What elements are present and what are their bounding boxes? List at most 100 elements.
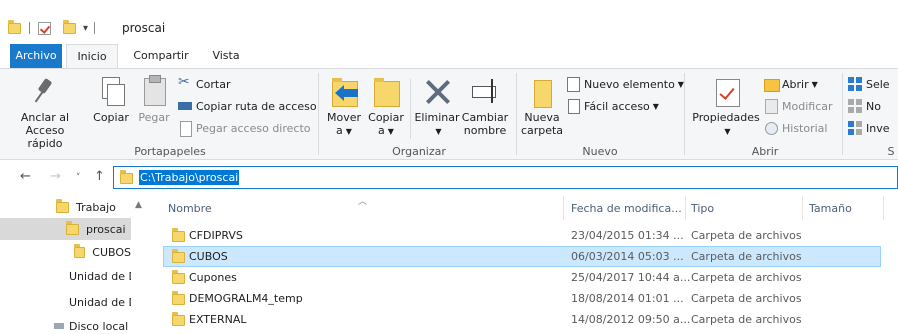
- copy-to-button[interactable]: Copiar a ▼: [366, 73, 406, 138]
- row-type: Carpeta de archivos: [691, 250, 802, 263]
- paste-label: Pegar: [138, 111, 170, 124]
- select-all-button[interactable]: Sele: [848, 75, 890, 93]
- forward-arrow-icon[interactable]: →: [50, 169, 61, 184]
- new-item-button[interactable]: Nuevo elemento ▼: [566, 75, 684, 93]
- select-all-label: Sele: [866, 77, 890, 91]
- delete-button[interactable]: Eliminar ▼: [414, 73, 460, 138]
- edit-label: Modificar: [782, 99, 833, 113]
- column-header-name[interactable]: Nombre: [168, 202, 212, 215]
- column-separator[interactable]: [802, 196, 803, 220]
- move-label-line2: a: [336, 124, 343, 137]
- copy-path-label: Copiar ruta de acceso: [196, 99, 317, 113]
- paste-button[interactable]: Pegar: [136, 73, 172, 124]
- tree-item-drive-d[interactable]: Unidad de D: [0, 265, 131, 287]
- select-all-icon: [848, 77, 862, 91]
- select-none-icon: [848, 99, 862, 113]
- address-path[interactable]: C:\Trabajo\proscai: [139, 170, 240, 185]
- folder-icon: [8, 19, 21, 34]
- group-separator: [684, 73, 685, 155]
- delete-x-icon: [422, 75, 452, 107]
- up-arrow-icon[interactable]: ↑: [94, 169, 105, 184]
- open-button[interactable]: Abrir ▼: [764, 75, 818, 93]
- open-icon: [764, 77, 780, 92]
- group-separator: [842, 73, 843, 155]
- paste-shortcut-label: Pegar acceso directo: [196, 121, 311, 135]
- invert-selection-icon: [848, 121, 862, 135]
- paste-shortcut-button[interactable]: Pegar acceso directo: [178, 119, 311, 137]
- easy-access-button[interactable]: Fácil acceso ▼: [566, 97, 659, 115]
- properties-icon: [711, 75, 741, 107]
- table-row[interactable]: EXTERNAL 14/08/2012 09:50 a... Carpeta d…: [163, 309, 881, 330]
- group-label-seleccionar: S: [887, 145, 895, 158]
- tree-item-local-disk[interactable]: Disco local: [0, 315, 131, 334]
- move-label-line1: Mover: [326, 111, 362, 124]
- tree-item-trabajo[interactable]: Trabajo: [0, 196, 131, 218]
- new-folder-label-line2: carpeta: [520, 124, 564, 137]
- new-folder-button[interactable]: Nueva carpeta: [520, 73, 564, 137]
- history-button[interactable]: Historial: [764, 119, 827, 137]
- move-to-button[interactable]: Mover a ▼: [324, 73, 364, 138]
- move-to-icon: [329, 75, 359, 107]
- button-separator: [410, 79, 411, 139]
- rename-button[interactable]: Cambiar nombre: [460, 73, 510, 137]
- recent-locations-chevron-icon[interactable]: ˅: [76, 173, 81, 183]
- column-header-type[interactable]: Tipo: [691, 202, 714, 215]
- ribbon: Anclar al Acceso rápido Copiar Pegar Cor…: [0, 68, 898, 160]
- column-separator[interactable]: [883, 196, 884, 220]
- separator: [29, 22, 30, 34]
- table-row[interactable]: Cupones 25/04/2017 10:44 a... Carpeta de…: [163, 267, 881, 288]
- new-folder-icon[interactable]: [63, 19, 76, 34]
- scissors-icon: [178, 74, 192, 91]
- new-folder-label-line1: Nueva: [524, 111, 560, 124]
- column-header-date[interactable]: Fecha de modifica...: [571, 202, 682, 215]
- rename-icon: [470, 75, 500, 107]
- column-header-size[interactable]: Tamaño: [809, 202, 852, 215]
- properties-check-icon[interactable]: [38, 21, 51, 35]
- tree-item-drive-d2[interactable]: Unidad de D: [0, 291, 131, 313]
- chevron-down-icon: ▼: [345, 127, 352, 136]
- address-bar[interactable]: C:\Trabajo\proscai: [113, 166, 898, 189]
- group-label-abrir: Abrir: [751, 145, 779, 158]
- table-row[interactable]: CFDIPRVS 23/04/2015 01:34 ... Carpeta de…: [163, 225, 881, 246]
- select-none-button[interactable]: No: [848, 97, 881, 115]
- rename-label-line1: Cambiar: [461, 111, 509, 124]
- row-name: Cupones: [189, 271, 237, 284]
- edit-button[interactable]: Modificar: [764, 97, 833, 115]
- paste-shortcut-icon: [178, 121, 192, 137]
- ribbon-tabs: Archivo Inicio Compartir Vista: [0, 44, 898, 69]
- column-separator[interactable]: [563, 196, 564, 220]
- tab-compartir[interactable]: Compartir: [128, 44, 194, 69]
- row-type: Carpeta de archivos: [691, 229, 802, 242]
- folder-icon: [172, 291, 185, 305]
- tab-vista[interactable]: Vista: [204, 44, 248, 69]
- properties-button[interactable]: Propiedades ▼: [690, 73, 762, 138]
- tab-inicio[interactable]: Inicio: [66, 44, 118, 69]
- cut-button[interactable]: Cortar: [178, 74, 231, 93]
- row-name: CUBOS: [189, 250, 228, 263]
- customize-dropdown-icon[interactable]: ▾: [83, 23, 88, 34]
- tab-archivo[interactable]: Archivo: [10, 44, 62, 69]
- group-separator: [516, 73, 517, 155]
- easy-access-label: Fácil acceso: [584, 99, 650, 113]
- copy-path-button[interactable]: Copiar ruta de acceso: [178, 97, 317, 115]
- copy-button[interactable]: Copiar: [90, 73, 132, 124]
- group-label-organizar: Organizar: [392, 145, 446, 158]
- invert-selection-button[interactable]: Inve: [848, 119, 890, 137]
- table-row[interactable]: DEMOGRALM4_temp 18/08/2014 01:01 ... Car…: [163, 288, 881, 309]
- scroll-up-icon[interactable]: ▲: [135, 200, 142, 210]
- navigation-scrollbar[interactable]: ▲: [131, 194, 148, 334]
- pin-quick-access-button[interactable]: Anclar al Acceso rápido: [10, 73, 80, 150]
- chevron-down-icon: ▼: [724, 127, 731, 136]
- folder-icon: [120, 170, 133, 184]
- row-date: 25/04/2017 10:44 a...: [571, 271, 691, 284]
- back-arrow-icon[interactable]: ←: [20, 169, 31, 184]
- tree-item-cubos[interactable]: CUBOS: [0, 241, 131, 263]
- tree-item-proscai[interactable]: proscai: [0, 218, 131, 240]
- folder-icon: [56, 198, 69, 213]
- rename-label-line2: nombre: [463, 124, 507, 137]
- new-folder-icon: [527, 75, 557, 108]
- row-type: Carpeta de archivos: [691, 292, 802, 305]
- column-separator[interactable]: [685, 196, 686, 220]
- table-row-selected[interactable]: CUBOS 06/03/2014 05:03 ... Carpeta de ar…: [163, 246, 881, 267]
- quick-access-toolbar: ▾: [8, 19, 96, 36]
